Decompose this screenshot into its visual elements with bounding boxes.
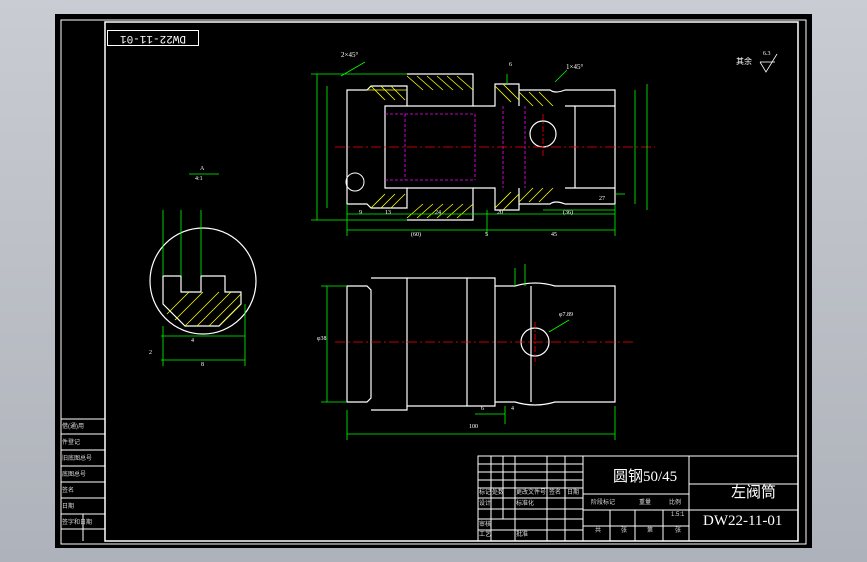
tb-scale: 比例 bbox=[669, 500, 682, 506]
tb-date: 日期 bbox=[567, 490, 580, 496]
chamfer-right-label: 1×45° bbox=[566, 63, 584, 71]
main-view bbox=[311, 61, 655, 236]
detail-dim-8: 8 bbox=[201, 362, 204, 368]
dim-phi789: φ7.89 bbox=[559, 312, 573, 318]
material-label: 圆钢50/45 bbox=[613, 469, 678, 485]
tb-approve: 批准 bbox=[516, 532, 529, 538]
tb-stage: 阶段标记 bbox=[591, 500, 616, 506]
dim-6: 6 bbox=[509, 62, 512, 68]
dim-phi38: φ38 bbox=[317, 336, 327, 342]
detail-dim-2: 2 bbox=[149, 350, 152, 356]
lt-date: 日期 bbox=[62, 504, 75, 510]
inner-frame bbox=[104, 21, 799, 542]
section-scale: 4:1 bbox=[195, 176, 203, 182]
lt-base-number: 底图总号 bbox=[62, 472, 87, 478]
section-label: A bbox=[200, 166, 205, 172]
dim-45: 45 bbox=[551, 232, 557, 238]
tb-mark: 标记 bbox=[479, 490, 492, 496]
tb-count: 处数 bbox=[492, 490, 505, 496]
detail-dim-4: 4 bbox=[191, 338, 194, 344]
dim-24: 24 bbox=[435, 210, 441, 216]
roughness-note: 其余 bbox=[736, 57, 752, 66]
dim-bottom-6: 6 bbox=[481, 406, 484, 412]
tb-number: 第 bbox=[647, 528, 654, 534]
lt-register: 件登记 bbox=[62, 440, 81, 446]
dim-5: 5 bbox=[485, 232, 488, 238]
lt-borrow: 借(通)用 bbox=[62, 424, 84, 430]
lt-old-number: 旧底图总号 bbox=[62, 456, 93, 462]
scale-label: 1.5:1 bbox=[671, 512, 685, 518]
dim-20: 20 bbox=[497, 210, 503, 216]
dim-27: 27 bbox=[599, 196, 605, 202]
dim-bottom-4: 4 bbox=[511, 406, 514, 412]
lt-sign-date: 签字和日期 bbox=[62, 520, 93, 526]
roughness-value: 6.3 bbox=[763, 51, 771, 57]
tb-sheet-a: 张 bbox=[621, 528, 628, 534]
tb-sign: 签名 bbox=[549, 490, 562, 496]
tb-change-doc: 更改文件号 bbox=[516, 490, 547, 496]
dim-36: (36) bbox=[563, 210, 573, 216]
dim-9: 9 bbox=[359, 210, 362, 216]
tb-standard: 标准化 bbox=[516, 501, 535, 507]
drawing-sheet: DW22-11-01 圆钢50/45 左阀筒 DW22-11-01 其余 6.3… bbox=[55, 14, 812, 548]
chamfer-left-label: 2×45° bbox=[341, 51, 359, 59]
dim-13: 13 bbox=[385, 210, 391, 216]
outer-frame bbox=[60, 19, 807, 545]
tb-total: 共 bbox=[595, 528, 602, 534]
rotated-drawing-number: DW22-11-01 bbox=[107, 30, 199, 46]
dim-100: 100 bbox=[469, 424, 478, 430]
tb-sheet-b: 张 bbox=[675, 528, 682, 534]
cad-drawing bbox=[60, 19, 807, 545]
dim-60: (60) bbox=[411, 232, 421, 238]
detail-view bbox=[149, 173, 257, 366]
drawing-number-label: DW22-11-01 bbox=[703, 513, 783, 529]
front-view bbox=[321, 264, 635, 440]
tb-design: 设计 bbox=[479, 501, 492, 507]
part-name-label: 左阀筒 bbox=[731, 485, 777, 501]
tb-process: 工艺 bbox=[479, 532, 492, 538]
lt-sign: 签名 bbox=[62, 488, 75, 494]
tb-weight: 重量 bbox=[639, 500, 652, 506]
tb-review: 审核 bbox=[479, 522, 492, 528]
